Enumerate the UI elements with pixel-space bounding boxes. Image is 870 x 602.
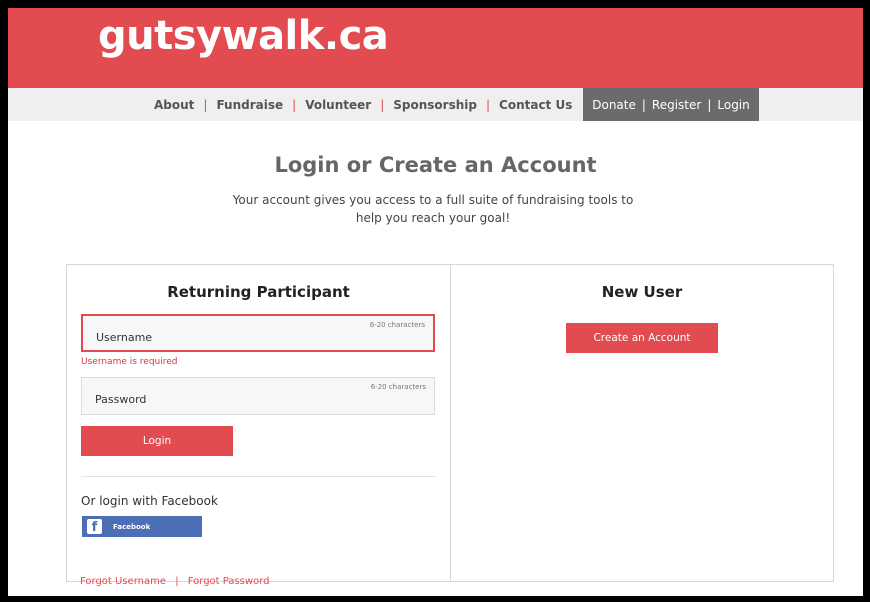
username-placeholder: Username <box>96 331 153 344</box>
nav-about[interactable]: About <box>154 98 194 112</box>
facebook-login-button[interactable]: f Facebook <box>82 516 202 537</box>
panel-divider <box>450 265 451 581</box>
new-user-title: New User <box>601 283 683 301</box>
site-header: gutsywalk.ca <box>8 8 863 88</box>
forgot-username-link[interactable]: Forgot Username <box>80 576 166 587</box>
username-hint: 6-20 characters <box>369 321 425 329</box>
nav-sponsorship[interactable]: Sponsorship <box>393 98 477 112</box>
password-placeholder: Password <box>95 393 147 406</box>
nav-separator: | <box>292 97 297 112</box>
nav-volunteer[interactable]: Volunteer <box>305 98 371 112</box>
nav-separator: | <box>641 97 646 112</box>
nav-fundraise[interactable]: Fundraise <box>216 98 283 112</box>
section-divider <box>81 476 435 477</box>
nav-separator: | <box>707 97 712 112</box>
nav-separator: | <box>203 97 208 112</box>
facebook-icon: f <box>87 519 102 535</box>
nav-donate[interactable]: Donate <box>592 98 636 112</box>
nav-separator: | <box>380 97 385 112</box>
forgot-separator: | <box>175 576 179 587</box>
facebook-login-label: Or login with Facebook <box>81 494 218 508</box>
browser-page: gutsywalk.ca About | Fundraise | Volunte… <box>8 8 863 596</box>
returning-participant-title: Returning Participant <box>167 283 350 301</box>
password-field[interactable]: 6-20 characters Password <box>81 377 435 415</box>
nav-register[interactable]: Register <box>652 98 701 112</box>
login-button[interactable]: Login <box>81 426 233 456</box>
facebook-button-label: Facebook <box>113 522 151 531</box>
password-hint: 6-20 characters <box>370 383 426 391</box>
login-panel: Returning Participant 6-20 characters Us… <box>66 264 834 582</box>
intro-text: Your account gives you access to a full … <box>232 193 634 225</box>
account-nav: Donate | Register | Login <box>583 88 759 121</box>
nav-login[interactable]: Login <box>717 98 749 112</box>
site-logo[interactable]: gutsywalk.ca <box>98 13 389 59</box>
main-nav: About | Fundraise | Volunteer | Sponsors… <box>8 88 863 121</box>
nav-links: About | Fundraise | Volunteer | Sponsors… <box>154 88 572 121</box>
forgot-password-link[interactable]: Forgot Password <box>188 576 270 587</box>
create-account-button[interactable]: Create an Account <box>566 323 718 353</box>
nav-contact-us[interactable]: Contact Us <box>499 98 572 112</box>
nav-separator: | <box>485 97 491 112</box>
forgot-links: Forgot Username | Forgot Password <box>80 576 269 587</box>
username-error: Username is required <box>81 357 178 367</box>
username-field[interactable]: 6-20 characters Username <box>81 314 435 352</box>
page-title: Login or Create an Account <box>274 153 597 177</box>
